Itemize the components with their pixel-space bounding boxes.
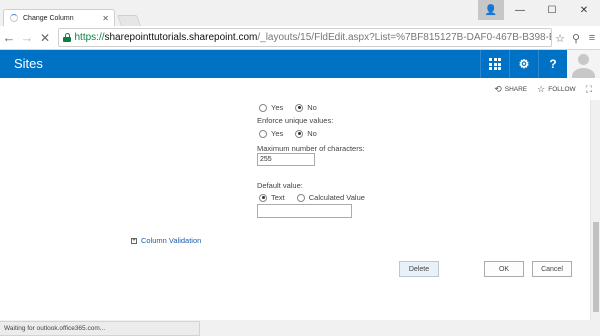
default-value-label: Default value: bbox=[257, 181, 303, 190]
radio-unique-no[interactable] bbox=[295, 129, 304, 138]
column-validation-label: Column Validation bbox=[141, 236, 202, 245]
menu-icon[interactable]: ≡ bbox=[584, 32, 600, 44]
radio-no-previous[interactable] bbox=[295, 103, 304, 112]
follow-label: FOLLOW bbox=[548, 86, 576, 93]
settings-gear-icon[interactable]: ⚙ bbox=[509, 50, 538, 78]
app-launcher-button[interactable] bbox=[480, 50, 509, 78]
radio-unique-yes[interactable] bbox=[259, 129, 267, 138]
radio-yes-previous[interactable] bbox=[259, 103, 267, 112]
radio-group-default: Text Calculated Value bbox=[259, 193, 365, 202]
help-button[interactable]: ? bbox=[538, 50, 567, 78]
extension-icon[interactable]: ⚲ bbox=[568, 32, 584, 45]
browser-titlebar: Change Column ✕ 👤 — ☐ ✕ bbox=[0, 0, 600, 26]
browser-toolbar: ← → ✕ https://sharepointtutorials.sharep… bbox=[0, 26, 600, 50]
column-validation-link[interactable]: + Column Validation bbox=[131, 236, 201, 245]
share-bar: ⟲ SHARE ☆ FOLLOW ⛶ bbox=[0, 78, 600, 100]
status-text: Waiting for outlook.office365.com... bbox=[0, 321, 200, 336]
loading-spinner-icon bbox=[10, 14, 18, 22]
url-text: https://sharepointtutorials.sharepoint.c… bbox=[74, 32, 551, 43]
ok-button[interactable]: OK bbox=[484, 261, 524, 277]
share-icon: ⟲ bbox=[494, 84, 502, 94]
share-button[interactable]: ⟲ SHARE bbox=[494, 84, 527, 95]
window-controls: 👤 — ☐ ✕ bbox=[478, 0, 600, 20]
scroll-thumb[interactable] bbox=[593, 222, 599, 312]
back-icon[interactable]: ← bbox=[0, 28, 18, 48]
radio-unique-no-label: No bbox=[307, 129, 317, 138]
waffle-icon bbox=[489, 58, 501, 70]
avatar[interactable] bbox=[567, 50, 600, 78]
browser-tab[interactable]: Change Column ✕ bbox=[3, 9, 115, 26]
cancel-button[interactable]: Cancel bbox=[532, 261, 572, 277]
page-scrollbar[interactable] bbox=[590, 100, 600, 320]
focus-content-icon[interactable]: ⛶ bbox=[586, 84, 592, 95]
radio-default-text-label: Text bbox=[271, 193, 285, 202]
delete-button[interactable]: Delete bbox=[399, 261, 439, 277]
radio-yes-label: Yes bbox=[271, 103, 284, 112]
tab-close-icon[interactable]: ✕ bbox=[102, 14, 109, 23]
toolbar-right: ☆ ⚲ ≡ bbox=[552, 26, 600, 50]
address-bar[interactable]: https://sharepointtutorials.sharepoint.c… bbox=[58, 28, 552, 47]
radio-default-calculated[interactable] bbox=[296, 193, 305, 202]
minimize-icon[interactable]: — bbox=[504, 0, 536, 20]
radio-default-text[interactable] bbox=[259, 193, 267, 202]
radio-group-unique: Yes No bbox=[259, 129, 317, 138]
stop-icon[interactable]: ✕ bbox=[36, 28, 54, 48]
default-value-input[interactable] bbox=[257, 204, 352, 218]
browser-profile-icon[interactable]: 👤 bbox=[478, 0, 504, 20]
max-chars-label: Maximum number of characters: bbox=[257, 144, 365, 153]
max-chars-input[interactable]: 255 bbox=[257, 153, 315, 166]
suite-bar: Sites ⚙ ? bbox=[0, 50, 600, 78]
suite-icons: ⚙ ? bbox=[480, 50, 600, 78]
radio-group-previous: Yes No bbox=[259, 103, 317, 112]
radio-unique-yes-label: Yes bbox=[271, 129, 284, 138]
share-label: SHARE bbox=[504, 86, 528, 93]
expand-plus-icon: + bbox=[131, 237, 137, 244]
star-icon: ☆ bbox=[537, 84, 546, 94]
forward-icon[interactable]: → bbox=[18, 28, 36, 48]
new-tab-button[interactable] bbox=[116, 15, 142, 26]
sites-title[interactable]: Sites bbox=[14, 56, 43, 71]
tab-title: Change Column bbox=[23, 14, 74, 22]
close-window-icon[interactable]: ✕ bbox=[568, 0, 600, 20]
follow-button[interactable]: ☆ FOLLOW bbox=[537, 84, 576, 95]
browser-statusbar: Waiting for outlook.office365.com... bbox=[0, 320, 600, 336]
bookmark-star-icon[interactable]: ☆ bbox=[552, 32, 568, 45]
radio-default-calculated-label: Calculated Value bbox=[308, 193, 365, 202]
lock-icon bbox=[63, 33, 71, 42]
enforce-unique-label: Enforce unique values: bbox=[257, 116, 334, 125]
radio-no-label: No bbox=[307, 103, 317, 112]
maximize-icon[interactable]: ☐ bbox=[536, 0, 568, 20]
